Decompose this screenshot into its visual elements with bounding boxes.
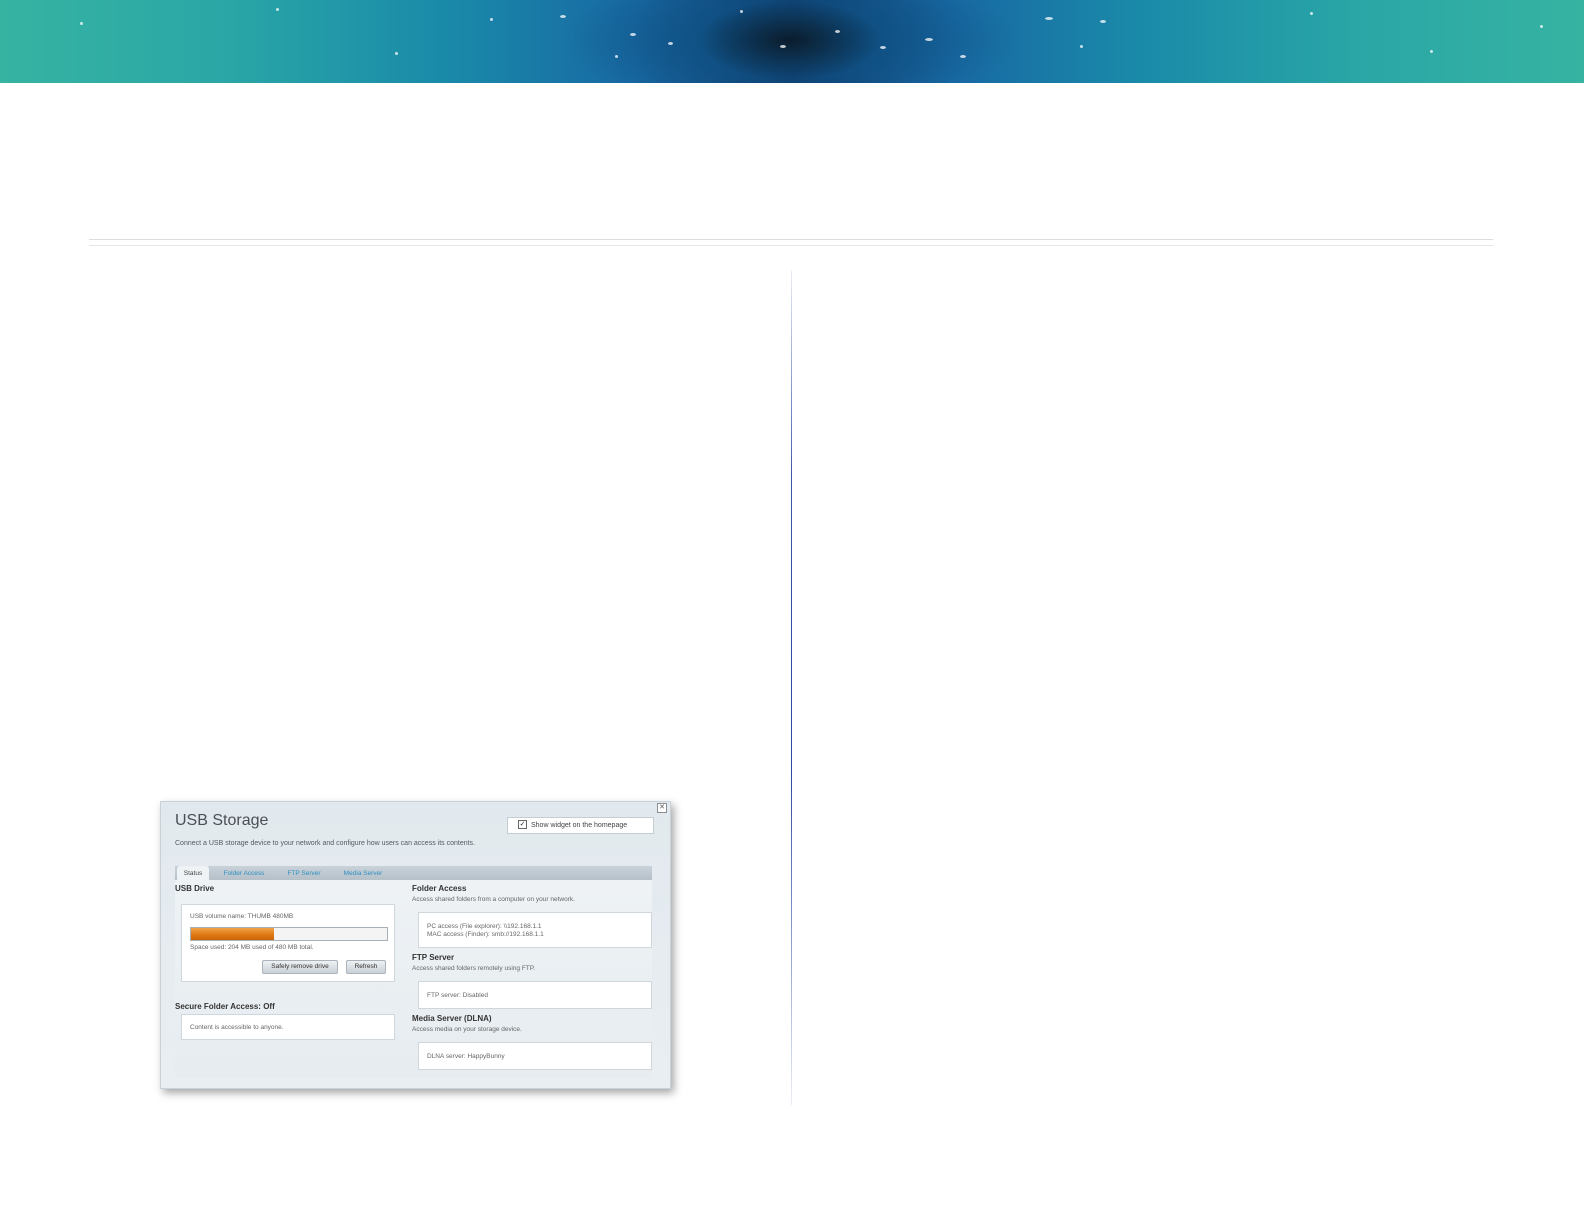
show-widget-label: Show widget on the homepage <box>531 822 628 829</box>
show-widget-checkbox[interactable]: ✓ Show widget on the homepage <box>507 817 654 834</box>
media-server-status: DLNA server: HappyBunny <box>427 1053 505 1060</box>
secure-folder-heading: Secure Folder Access: Off <box>175 1002 275 1011</box>
ftp-server-heading: FTP Server <box>412 953 455 962</box>
space-used-text: Space used: 204 MB used of 480 MB total. <box>190 944 314 951</box>
folder-access-heading: Folder Access <box>412 884 467 893</box>
column-divider <box>791 270 792 1105</box>
usb-drive-box: USB volume name: THUMB 480MB Space used:… <box>181 904 395 982</box>
tab-media-server[interactable]: Media Server <box>335 866 391 880</box>
usb-drive-heading: USB Drive <box>175 884 215 893</box>
tab-bar: Status Folder Access FTP Server Media Se… <box>175 866 652 880</box>
safely-remove-button[interactable]: Safely remove drive <box>262 960 338 974</box>
media-server-heading: Media Server (DLNA) <box>412 1014 492 1023</box>
usb-storage-screenshot: ✕ USB Storage Connect a USB storage devi… <box>160 801 671 1089</box>
checkmark-icon[interactable]: ✓ <box>518 819 527 829</box>
secure-folder-box: Content is accessible to anyone. <box>181 1014 395 1040</box>
space-used-fill <box>191 928 275 940</box>
folder-access-box: PC access (File explorer): \\192.168.1.1… <box>418 912 652 948</box>
header-rule-secondary <box>89 245 1493 246</box>
page-title: USB Storage <box>175 812 269 829</box>
secure-folder-text: Content is accessible to anyone. <box>190 1024 284 1031</box>
ftp-server-status: FTP server: Disabled <box>427 992 488 999</box>
page-description: Connect a USB storage device to your net… <box>175 840 475 847</box>
ftp-server-box: FTP server: Disabled <box>418 981 652 1009</box>
tab-ftp-server[interactable]: FTP Server <box>279 866 329 880</box>
close-icon[interactable]: ✕ <box>657 803 667 813</box>
refresh-button[interactable]: Refresh <box>346 960 386 974</box>
status-panel: USB Drive USB volume name: THUMB 480MB S… <box>175 880 652 1078</box>
header-banner <box>0 0 1584 83</box>
ftp-server-subtitle: Access shared folders remotely using FTP… <box>412 965 536 972</box>
pc-access-text: PC access (File explorer): \\192.168.1.1 <box>427 923 542 930</box>
folder-access-subtitle: Access shared folders from a computer on… <box>412 896 575 903</box>
mac-access-text: MAC access (Finder): smb://192.168.1.1 <box>427 931 544 938</box>
header-rule <box>89 239 1493 240</box>
media-server-subtitle: Access media on your storage device. <box>412 1026 522 1033</box>
usb-volume-name: USB volume name: THUMB 480MB <box>190 913 294 920</box>
tab-status[interactable]: Status <box>177 866 209 880</box>
media-server-box: DLNA server: HappyBunny <box>418 1042 652 1070</box>
space-used-bar <box>190 927 388 941</box>
tab-folder-access[interactable]: Folder Access <box>215 866 273 880</box>
